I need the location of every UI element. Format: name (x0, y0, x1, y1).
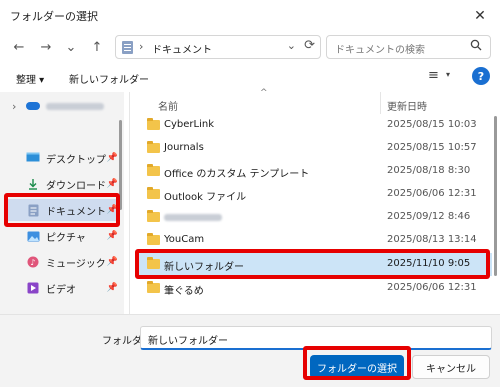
sort-indicator-icon: ^ (260, 88, 268, 98)
title-bar: フォルダーの選択 ✕ (0, 0, 500, 32)
pin-icon: 📌 (106, 205, 118, 215)
file-name: YouCam (164, 234, 205, 245)
list-item[interactable]: Outlook ファイル 2025/06/06 12:31 (138, 183, 492, 206)
file-name: 筆ぐるめ (164, 286, 204, 297)
sidebar-item-label: ミュージック (46, 258, 106, 270)
search-box[interactable]: ドキュメントの検索 (326, 35, 491, 59)
navigation-pane[interactable]: › デスクトップ 📌 ダウンロード 📌 ドキュメント 📌 ピクチャ 📌 ♪ ミュ… (0, 92, 124, 314)
list-item[interactable]: YouCam 2025/08/13 13:14 (138, 229, 492, 252)
folder-icon (147, 233, 160, 245)
file-name-redacted (164, 211, 222, 224)
window-title: フォルダーの選択 (10, 10, 98, 23)
file-list[interactable]: ^ 名前 更新日時 CyberLink 2025/08/15 10:03 Jou… (130, 88, 500, 314)
file-date: 2025/08/13 13:14 (387, 234, 477, 245)
search-placeholder: ドキュメントの検索 (335, 45, 425, 56)
sidebar-item-videos[interactable]: ビデオ 📌 (8, 277, 118, 299)
close-icon[interactable]: ✕ (460, 0, 500, 32)
file-date: 2025/09/12 8:46 (387, 211, 471, 222)
help-icon[interactable]: ? (472, 67, 490, 85)
redacted-label (46, 102, 104, 110)
sidebar-item-downloads[interactable]: ダウンロード 📌 (8, 173, 118, 195)
breadcrumb-separator: › (139, 40, 144, 53)
forward-icon[interactable]: → (36, 37, 56, 57)
breadcrumb-documents[interactable]: ドキュメント (152, 41, 212, 56)
view-dropdown-icon[interactable]: ▾ (446, 70, 450, 79)
recent-locations-icon[interactable]: ⌄ (61, 37, 81, 57)
pictures-icon (26, 230, 40, 242)
pin-icon: 📌 (106, 231, 118, 241)
search-icon[interactable] (470, 39, 482, 54)
file-name: CyberLink (164, 119, 214, 130)
list-item[interactable]: Journals 2025/08/15 10:57 (138, 137, 492, 160)
sidebar-item-label: デスクトップ (46, 154, 106, 166)
folder-icon (147, 281, 160, 293)
documents-icon (26, 204, 40, 216)
file-date: 2025/08/15 10:57 (387, 142, 477, 153)
folder-icon (147, 141, 160, 153)
sidebar-item-desktop[interactable]: デスクトップ 📌 (8, 147, 118, 169)
documents-icon (122, 41, 133, 54)
desktop-icon (26, 152, 40, 164)
file-date: 2025/08/18 8:30 (387, 165, 471, 176)
folder-icon (147, 118, 160, 130)
new-folder-button[interactable]: 新しいフォルダー (69, 71, 149, 86)
sidebar-item-label: ダウンロード (46, 180, 106, 192)
pin-icon: 📌 (106, 153, 118, 163)
music-icon: ♪ (26, 256, 40, 268)
sidebar-item-label: ピクチャ (46, 232, 86, 244)
pin-icon: 📌 (106, 257, 118, 267)
file-date: 2025/08/15 10:03 (387, 119, 477, 130)
command-toolbar: 整理 ▾ 新しいフォルダー ≡ ▾ ? (0, 64, 500, 92)
pin-icon: 📌 (106, 283, 118, 293)
file-name: Office のカスタム テンプレート (164, 169, 310, 180)
sidebar-item-documents[interactable]: ドキュメント 📌 (8, 199, 118, 221)
navigation-bar: ← → ⌄ ↑ › ドキュメント ⌄ ⟳ ドキュメントの検索 (0, 32, 500, 62)
file-name: Journals (164, 142, 204, 153)
folder-icon (147, 210, 160, 222)
file-name: Outlook ファイル (164, 192, 247, 203)
sidebar-item-label: ビデオ (46, 284, 76, 296)
sidebar-scrollbar[interactable] (119, 120, 122, 210)
download-icon (26, 178, 40, 190)
folder-name-input[interactable]: 新しいフォルダー (140, 326, 492, 350)
column-separator[interactable] (380, 92, 381, 114)
pin-icon: 📌 (106, 179, 118, 189)
back-icon[interactable]: ← (9, 37, 29, 57)
file-list-scrollbar[interactable] (494, 116, 497, 276)
file-name: 新しいフォルダー (164, 262, 244, 273)
address-bar[interactable]: › ドキュメント ⌄ ⟳ (115, 35, 321, 59)
list-item[interactable]: 2025/09/12 8:46 (138, 206, 492, 229)
folder-icon (147, 257, 160, 269)
folder-icon (147, 187, 160, 199)
cancel-button[interactable]: キャンセル (412, 355, 490, 379)
dialog-footer: フォルダー: 新しいフォルダー フォルダーの選択 キャンセル (0, 314, 500, 387)
file-date: 2025/06/06 12:31 (387, 282, 477, 293)
file-date: 2025/11/10 9:05 (387, 258, 471, 269)
column-header-name[interactable]: 名前 (158, 98, 178, 113)
video-icon (26, 282, 40, 294)
list-item[interactable]: CyberLink 2025/08/15 10:03 (138, 114, 492, 137)
up-icon[interactable]: ↑ (87, 37, 107, 57)
cloud-icon (26, 100, 40, 112)
file-date: 2025/06/06 12:31 (387, 188, 477, 199)
column-header-date[interactable]: 更新日時 (387, 98, 427, 113)
view-options-icon[interactable]: ≡ (428, 68, 439, 83)
select-folder-button[interactable]: フォルダーの選択 (310, 355, 404, 379)
address-dropdown-icon[interactable]: ⌄ (287, 39, 296, 52)
organize-menu-button[interactable]: 整理 ▾ (16, 71, 44, 86)
list-item[interactable]: 筆ぐるめ 2025/06/06 12:31 (138, 277, 492, 300)
folder-icon (147, 164, 160, 176)
expand-chevron-icon[interactable]: › (12, 100, 16, 113)
refresh-icon[interactable]: ⟳ (304, 38, 315, 53)
sidebar-item-label: ドキュメント (46, 206, 106, 218)
list-item[interactable]: Office のカスタム テンプレート 2025/08/18 8:30 (138, 160, 492, 183)
sidebar-item-cloud[interactable]: › (8, 95, 118, 117)
list-item-selected[interactable]: 新しいフォルダー 2025/11/10 9:05 (138, 253, 492, 276)
sidebar-item-music[interactable]: ♪ ミュージック 📌 (8, 251, 118, 273)
svg-text:♪: ♪ (30, 258, 35, 267)
sidebar-item-pictures[interactable]: ピクチャ 📌 (8, 225, 118, 247)
